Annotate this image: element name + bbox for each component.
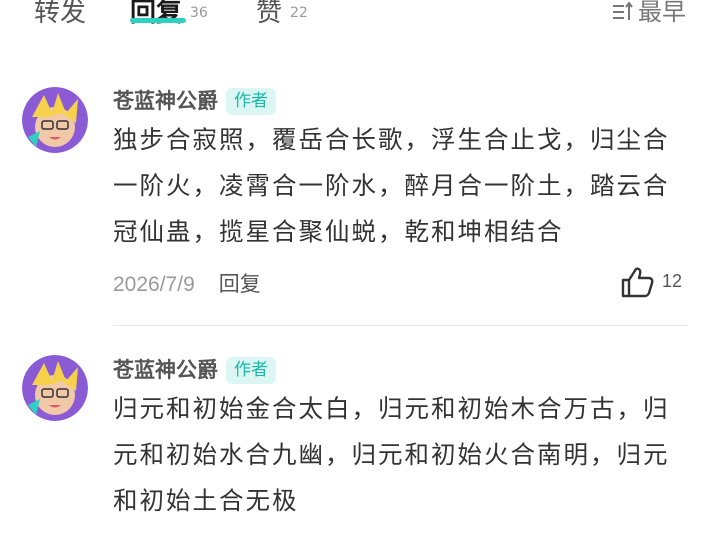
author-row: 苍蓝神公爵 作者 <box>113 354 276 384</box>
author-badge: 作者 <box>226 357 276 384</box>
active-tab-indicator <box>130 18 186 23</box>
comment-text: 独步合寂照，覆岳合长歌，浮生合止戈，归尘合一阶火，凌霄合一阶水，醉月合一阶土，踏… <box>113 125 670 246</box>
avatar-image <box>22 87 88 153</box>
tab-bar: 转发 回复 36 赞 22 最早 <box>0 0 720 34</box>
thumbs-up-icon <box>621 267 654 298</box>
comment-text: 归元和初始金合太白，归元和初始木合万古，归元和初始水合九幽，归元和初始火合南明，… <box>113 394 670 515</box>
tab-replies-label: 回复 <box>130 0 183 28</box>
sort-button[interactable]: 最早 <box>612 0 686 27</box>
sort-label: 最早 <box>638 0 686 26</box>
like-count: 12 <box>661 270 682 291</box>
reply-button[interactable]: 回复 <box>219 272 261 296</box>
tab-forward-label: 转发 <box>34 0 87 28</box>
tab-replies-count: 36 <box>190 5 208 21</box>
like-button[interactable]: 12 <box>620 266 682 298</box>
tab-likes-count: 22 <box>290 5 308 21</box>
sort-icon <box>613 1 633 20</box>
author-row: 苍蓝神公爵 作者 <box>113 85 276 115</box>
comment-divider <box>113 325 688 326</box>
avatar[interactable] <box>22 355 88 421</box>
author-name[interactable]: 苍蓝神公爵 <box>113 88 218 113</box>
comment-date: 2026/7/9 <box>113 273 195 296</box>
tab-replies[interactable]: 回复 36 <box>130 0 208 29</box>
tab-likes-label: 赞 <box>256 0 283 28</box>
author-name[interactable]: 苍蓝神公爵 <box>113 357 218 382</box>
avatar-image <box>22 355 88 421</box>
avatar[interactable] <box>22 87 88 153</box>
tab-likes[interactable]: 赞 22 <box>256 0 308 29</box>
comment-meta: 2026/7/9 回复 <box>113 268 261 298</box>
tab-forward[interactable]: 转发 <box>34 0 86 29</box>
author-badge: 作者 <box>226 88 276 115</box>
